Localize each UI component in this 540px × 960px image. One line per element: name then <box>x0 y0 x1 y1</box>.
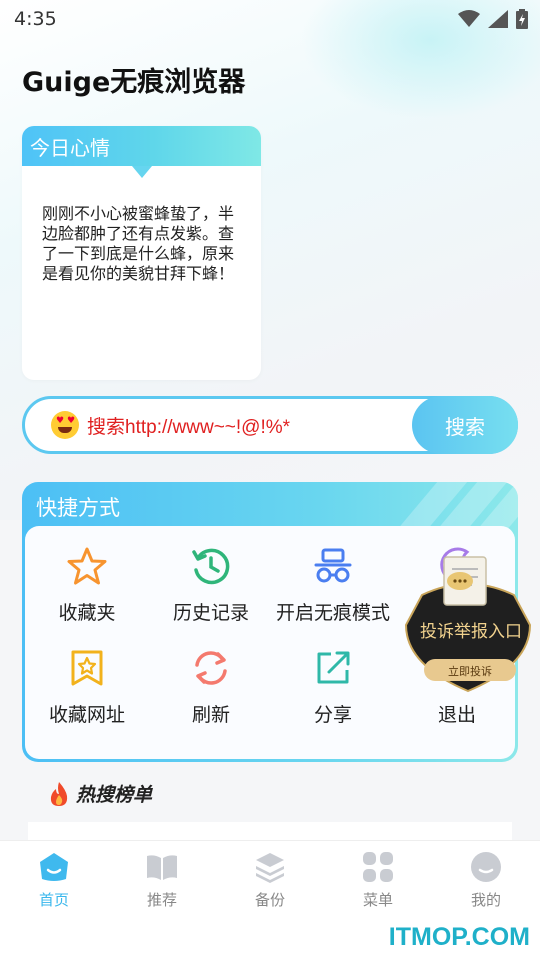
search-button[interactable]: 搜索 <box>412 396 518 454</box>
hot-search-list <box>28 822 512 842</box>
book-icon <box>147 855 177 880</box>
search-button-label: 搜索 <box>445 414 485 439</box>
signal-icon <box>488 10 508 28</box>
nav-label: 推荐 <box>146 891 177 909</box>
heart-eye-right: ♥ <box>67 416 76 426</box>
complaint-button[interactable]: 立即投诉 <box>424 663 516 679</box>
shortcut-incognito[interactable]: 开启无痕模式 <box>271 546 395 638</box>
home-icon <box>40 853 68 881</box>
heart-eyes-emoji-icon: ♥ ♥ <box>51 411 79 439</box>
shortcut-label: 开启无痕模式 <box>275 602 390 624</box>
fire-icon <box>50 781 68 806</box>
nav-recommend[interactable]: 推荐 <box>122 851 202 910</box>
nav-label: 我的 <box>470 891 501 909</box>
nav-menu[interactable]: 菜单 <box>338 851 418 910</box>
complaint-badge[interactable]: 投诉举报入口 立即投诉 <box>400 555 536 695</box>
status-bar: 4:35 <box>0 0 540 38</box>
refresh-icon <box>195 651 227 685</box>
heart-eye-left: ♥ <box>56 416 65 426</box>
shortcut-label: 退出 <box>437 704 476 726</box>
battery-icon <box>516 9 528 29</box>
shortcut-history[interactable]: 历史记录 <box>149 546 273 638</box>
status-time: 4:35 <box>14 8 57 30</box>
shortcut-bookmark-url[interactable]: 收藏网址 <box>25 648 149 740</box>
mood-notch <box>132 166 152 178</box>
share-icon <box>317 651 350 684</box>
shortcut-share[interactable]: 分享 <box>271 648 395 740</box>
nav-label: 首页 <box>38 891 69 909</box>
hot-search-title: 热搜榜单 <box>76 784 153 806</box>
shortcut-label: 历史记录 <box>172 602 249 624</box>
mood-header-label: 今日心情 <box>30 135 110 160</box>
nav-profile[interactable]: 我的 <box>446 851 526 910</box>
profile-icon <box>471 852 501 882</box>
shortcut-label: 分享 <box>313 704 352 726</box>
complaint-title: 投诉举报入口 <box>420 622 522 642</box>
mood-card: 今日心情 刚刚不小心被蜜蜂蛰了，半边脸都肿了还有点发紫。查了一下到底是什么蜂，原… <box>22 126 261 380</box>
layers-icon <box>256 853 284 883</box>
wifi-icon <box>458 10 480 27</box>
mood-text: 刚刚不小心被蜜蜂蛰了，半边脸都肿了还有点发紫。查了一下到底是什么蜂，原来是看见你… <box>42 204 235 283</box>
shortcut-label: 收藏网址 <box>48 704 125 726</box>
grid-menu-icon <box>363 852 393 882</box>
bookmark-icon <box>71 650 103 686</box>
emoji-mouth <box>58 427 72 433</box>
nav-label: 菜单 <box>362 891 393 909</box>
star-icon <box>67 547 107 585</box>
shortcut-label: 收藏夹 <box>58 602 116 624</box>
nav-label: 备份 <box>254 891 285 909</box>
history-icon <box>192 548 230 585</box>
status-icons <box>458 9 528 29</box>
incognito-icon <box>314 548 352 583</box>
shortcuts-title: 快捷方式 <box>36 496 120 520</box>
nav-backup[interactable]: 备份 <box>230 851 310 910</box>
shortcut-label: 刷新 <box>191 704 230 726</box>
mood-header: 今日心情 <box>22 126 261 166</box>
nav-home[interactable]: 首页 <box>14 851 94 910</box>
hot-search-header: 热搜榜单 <box>48 780 152 807</box>
app-title: Guige无痕浏览器 <box>22 67 246 98</box>
shortcut-favorites[interactable]: 收藏夹 <box>25 546 149 638</box>
search-bar[interactable]: ♥ ♥ 搜索http://www~~!@!%* 搜索 <box>22 396 518 454</box>
watermark: ITMOP.COM <box>388 923 530 951</box>
shortcut-refresh[interactable]: 刷新 <box>149 648 273 740</box>
